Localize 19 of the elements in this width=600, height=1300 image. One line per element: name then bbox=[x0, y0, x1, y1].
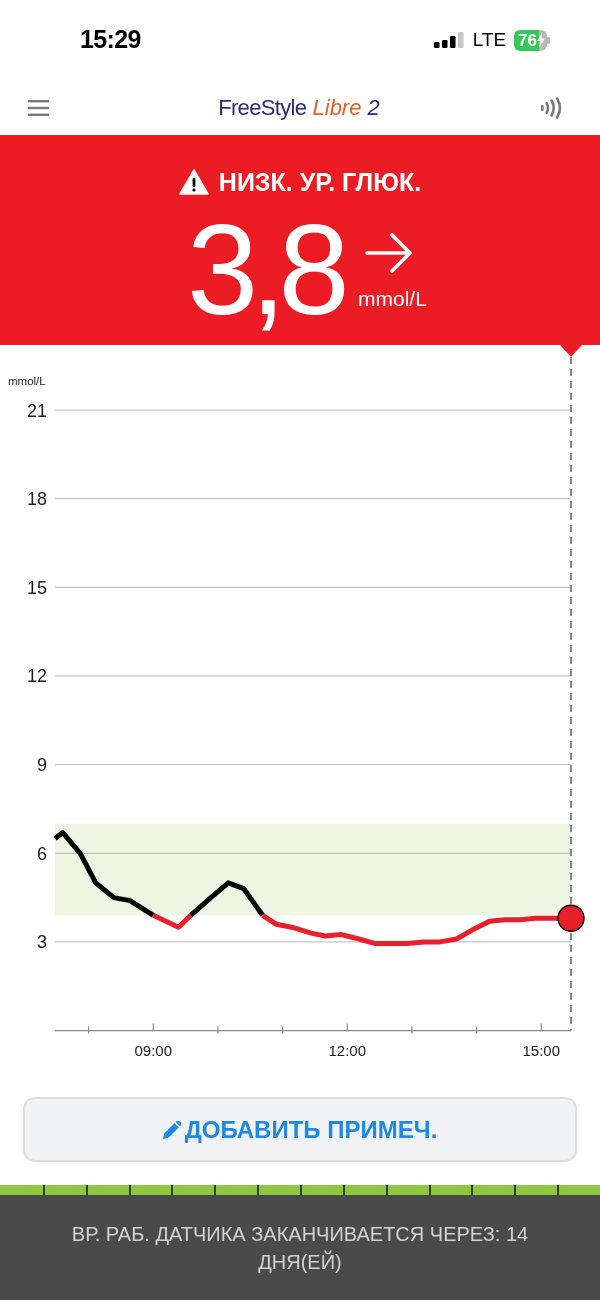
status-time: 15:29 bbox=[80, 24, 141, 56]
battery-percentage: 76 bbox=[518, 31, 537, 49]
y-axis-label: 15 bbox=[26, 577, 47, 598]
x-axis-label: 15:00 bbox=[522, 1041, 561, 1059]
y-axis-label: 18 bbox=[26, 489, 47, 510]
x-axis-label: 09:00 bbox=[134, 1041, 173, 1059]
app-logo: FreeStyle Libre 2 bbox=[218, 96, 380, 119]
glucose-unit: mmol/L bbox=[358, 287, 427, 311]
y-axis-label: 9 bbox=[37, 755, 47, 776]
y-axis-label: 12 bbox=[26, 666, 47, 687]
sensor-life-message: ВР. РАБ. ДАТЧИКА ЗАКАНЧИВАЕТСЯ ЧЕРЕЗ: 14 ДНЯ(ЕЙ) bbox=[70, 1221, 530, 1275]
y-axis-label: 3 bbox=[37, 932, 47, 953]
glucose-value: 3,8 bbox=[187, 206, 342, 334]
alert-title: НИЗК. УР. ГЛЮК. bbox=[218, 168, 422, 196]
y-axis-label: 6 bbox=[37, 843, 47, 864]
network-type: LTE bbox=[472, 27, 507, 52]
y-axis-label: 21 bbox=[26, 400, 47, 421]
x-axis-label: 12:00 bbox=[328, 1041, 367, 1059]
y-axis-unit-label: mmol/L bbox=[8, 375, 46, 387]
